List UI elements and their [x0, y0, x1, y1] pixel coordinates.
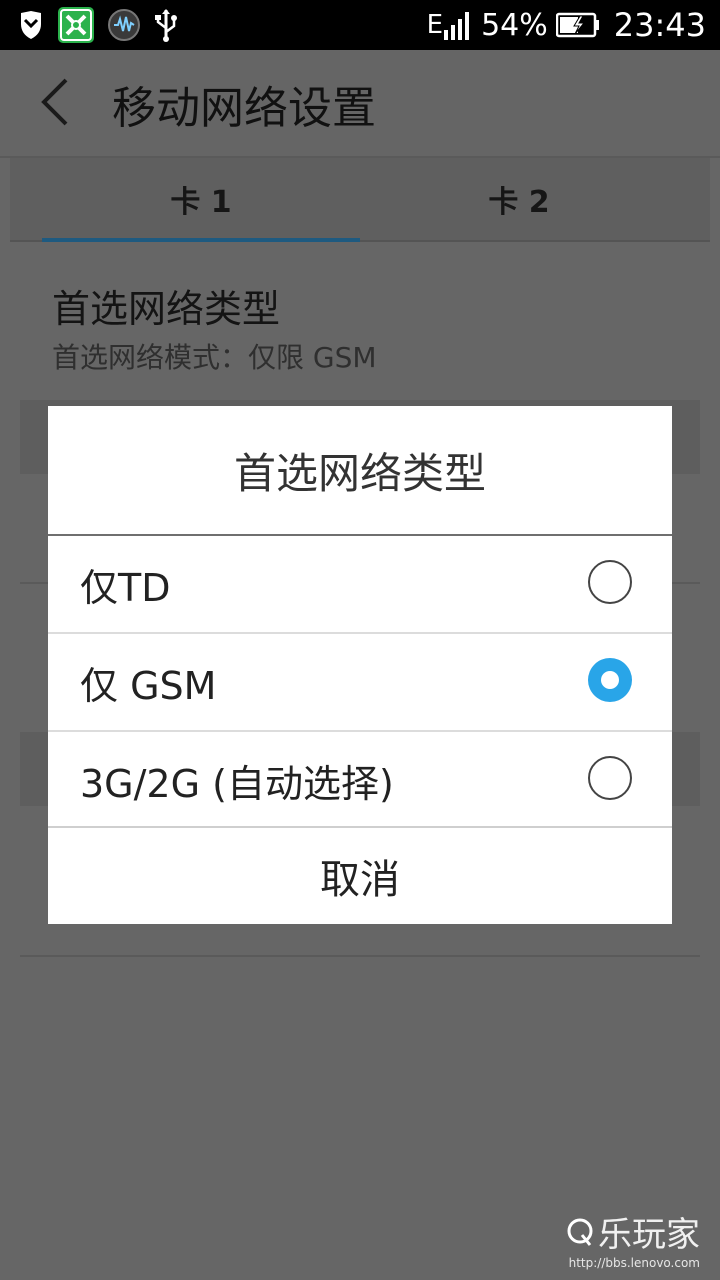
tab-sim-1[interactable]: 卡 1 [42, 158, 360, 240]
radio-button-selected[interactable] [588, 658, 632, 702]
chevron-left-icon [41, 78, 68, 126]
network-type-dialog: 首选网络类型 仅TD 仅 GSM 3G/2G (自动选择) 取消 [48, 406, 672, 924]
app-bar: 移动网络设置 [0, 50, 720, 158]
tab-sim-2[interactable]: 卡 2 [360, 158, 678, 240]
watermark-brand: 乐玩家 [598, 1215, 700, 1255]
option-gsm-only[interactable]: 仅 GSM [48, 634, 672, 730]
shield-icon [18, 10, 44, 40]
radio-button[interactable] [588, 560, 632, 604]
option-3g-2g-auto[interactable]: 3G/2G (自动选择) [48, 732, 672, 828]
option-label: 仅 GSM [80, 663, 217, 708]
option-label: 仅TD [80, 565, 171, 610]
lenovo-q-icon [567, 1218, 593, 1246]
battery-percent: 54% [481, 7, 548, 43]
radio-button[interactable] [588, 756, 632, 800]
signal-icon: E [427, 10, 473, 40]
battery-icon [555, 12, 600, 38]
sim-tabs: 卡 1 卡 2 [10, 158, 710, 242]
cancel-button[interactable]: 取消 [48, 828, 672, 924]
preferred-network-summary: 首选网络模式：仅限 GSM [52, 341, 377, 374]
dialog-title: 首选网络类型 [233, 448, 486, 498]
usb-icon [154, 8, 178, 42]
page-title: 移动网络设置 [112, 83, 376, 134]
watermark-logo: 乐玩家 [566, 1207, 700, 1256]
app-badge-icon [58, 7, 94, 43]
back-button[interactable] [30, 72, 80, 132]
status-bar: E 54% 23:43 [0, 0, 720, 50]
preferred-network-title[interactable]: 首选网络类型 [52, 278, 280, 333]
clock: 23:43 [613, 6, 706, 44]
divider [20, 955, 700, 957]
option-label: 3G/2G (自动选择) [80, 761, 394, 806]
network-type-label: E [426, 10, 444, 40]
audio-wave-icon [108, 9, 140, 41]
option-td-only[interactable]: 仅TD [48, 536, 672, 632]
watermark: 乐玩家 http://bbs.lenovo.com [566, 1207, 700, 1270]
watermark-url: http://bbs.lenovo.com [568, 1256, 700, 1270]
tab-indicator [42, 238, 360, 242]
